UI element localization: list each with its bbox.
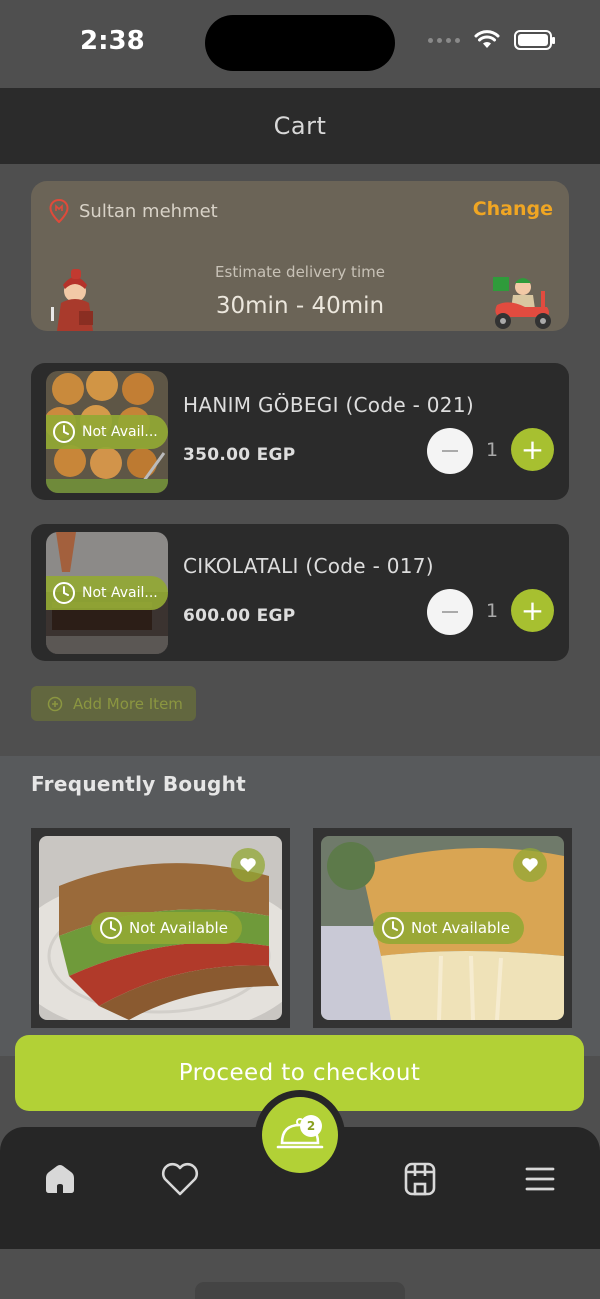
increase-quantity-button[interactable]: + <box>511 428 554 471</box>
availability-text: Not Avail... <box>82 424 158 440</box>
heart-icon <box>522 858 538 872</box>
add-more-item-label: Add More Item <box>73 694 183 713</box>
app-header: Cart <box>0 88 600 164</box>
delivery-card: Sultan mehmet Change Estimate delivery t… <box>31 181 569 331</box>
quantity-value: 1 <box>485 600 499 622</box>
battery-icon <box>514 30 555 50</box>
tab-home[interactable] <box>38 1157 82 1201</box>
clock-icon <box>100 917 122 939</box>
location-pin-icon <box>49 199 69 223</box>
heart-icon <box>240 858 256 872</box>
cart-item-image: Not Avail... <box>46 371 168 493</box>
tab-stores[interactable] <box>398 1157 442 1201</box>
not-available-badge: Not Available <box>373 912 524 944</box>
heart-outline-icon <box>161 1162 199 1196</box>
minus-icon <box>442 450 458 452</box>
favorite-button[interactable] <box>231 848 265 882</box>
tab-cart[interactable] <box>262 1097 338 1173</box>
tab-favorites[interactable] <box>158 1157 202 1201</box>
plus-icon: + <box>520 432 545 466</box>
decrease-quantity-button[interactable] <box>427 428 473 474</box>
tab-menu[interactable] <box>518 1157 562 1201</box>
not-available-badge: Not Avail... <box>46 415 168 449</box>
frequently-bought-section: Frequently Bought Not Available Not Avai… <box>0 756 600 1056</box>
product-card[interactable]: Not Available <box>31 828 290 1028</box>
product-card[interactable]: Not Available <box>313 828 572 1028</box>
wifi-icon <box>474 30 500 48</box>
dynamic-island <box>205 15 395 71</box>
address-row: Sultan mehmet <box>49 199 218 223</box>
increase-quantity-button[interactable]: + <box>511 589 554 632</box>
status-bar: 2:38 <box>0 0 600 88</box>
status-icons <box>428 30 555 50</box>
section-title: Frequently Bought <box>31 772 247 796</box>
home-icon <box>46 1165 74 1193</box>
plus-icon: + <box>520 593 545 627</box>
signal-icon <box>428 37 460 43</box>
scooter-illustration <box>493 277 551 329</box>
availability-text: Not Avail... <box>82 585 158 601</box>
clock-icon <box>382 917 404 939</box>
page-title: Cart <box>273 112 327 140</box>
decrease-quantity-button[interactable] <box>427 589 473 635</box>
quantity-value: 1 <box>485 439 499 461</box>
menu-icon <box>525 1167 555 1191</box>
cart-item-image: Not Avail... <box>46 532 168 654</box>
availability-text: Not Available <box>129 919 228 937</box>
plus-circle-icon <box>47 696 63 711</box>
checkout-label: Proceed to checkout <box>178 1060 421 1086</box>
cart-count-badge: 2 <box>300 1115 322 1137</box>
not-available-badge: Not Avail... <box>46 576 168 610</box>
store-icon <box>404 1162 436 1196</box>
cart-item-name: HANIM GÖBEGI (Code - 021) <box>183 393 474 417</box>
cart-item-price: 600.00 EGP <box>183 606 296 626</box>
availability-text: Not Available <box>411 919 510 937</box>
courier-illustration <box>51 269 93 331</box>
cart-item: Not Avail... HANIM GÖBEGI (Code - 021) 3… <box>31 363 569 500</box>
address-text: Sultan mehmet <box>79 200 218 222</box>
not-available-badge: Not Available <box>91 912 242 944</box>
add-more-item-button[interactable]: Add More Item <box>31 686 196 721</box>
favorite-button[interactable] <box>513 848 547 882</box>
change-address-link[interactable]: Change <box>473 198 553 220</box>
home-indicator <box>195 1282 405 1299</box>
cart-item: Not Avail... CIKOLATALI (Code - 017) 600… <box>31 524 569 661</box>
minus-icon <box>442 611 458 613</box>
status-time: 2:38 <box>80 26 145 56</box>
clock-icon <box>53 582 75 604</box>
cart-item-price: 350.00 EGP <box>183 445 296 465</box>
cart-item-name: CIKOLATALI (Code - 017) <box>183 554 434 578</box>
clock-icon <box>53 421 75 443</box>
